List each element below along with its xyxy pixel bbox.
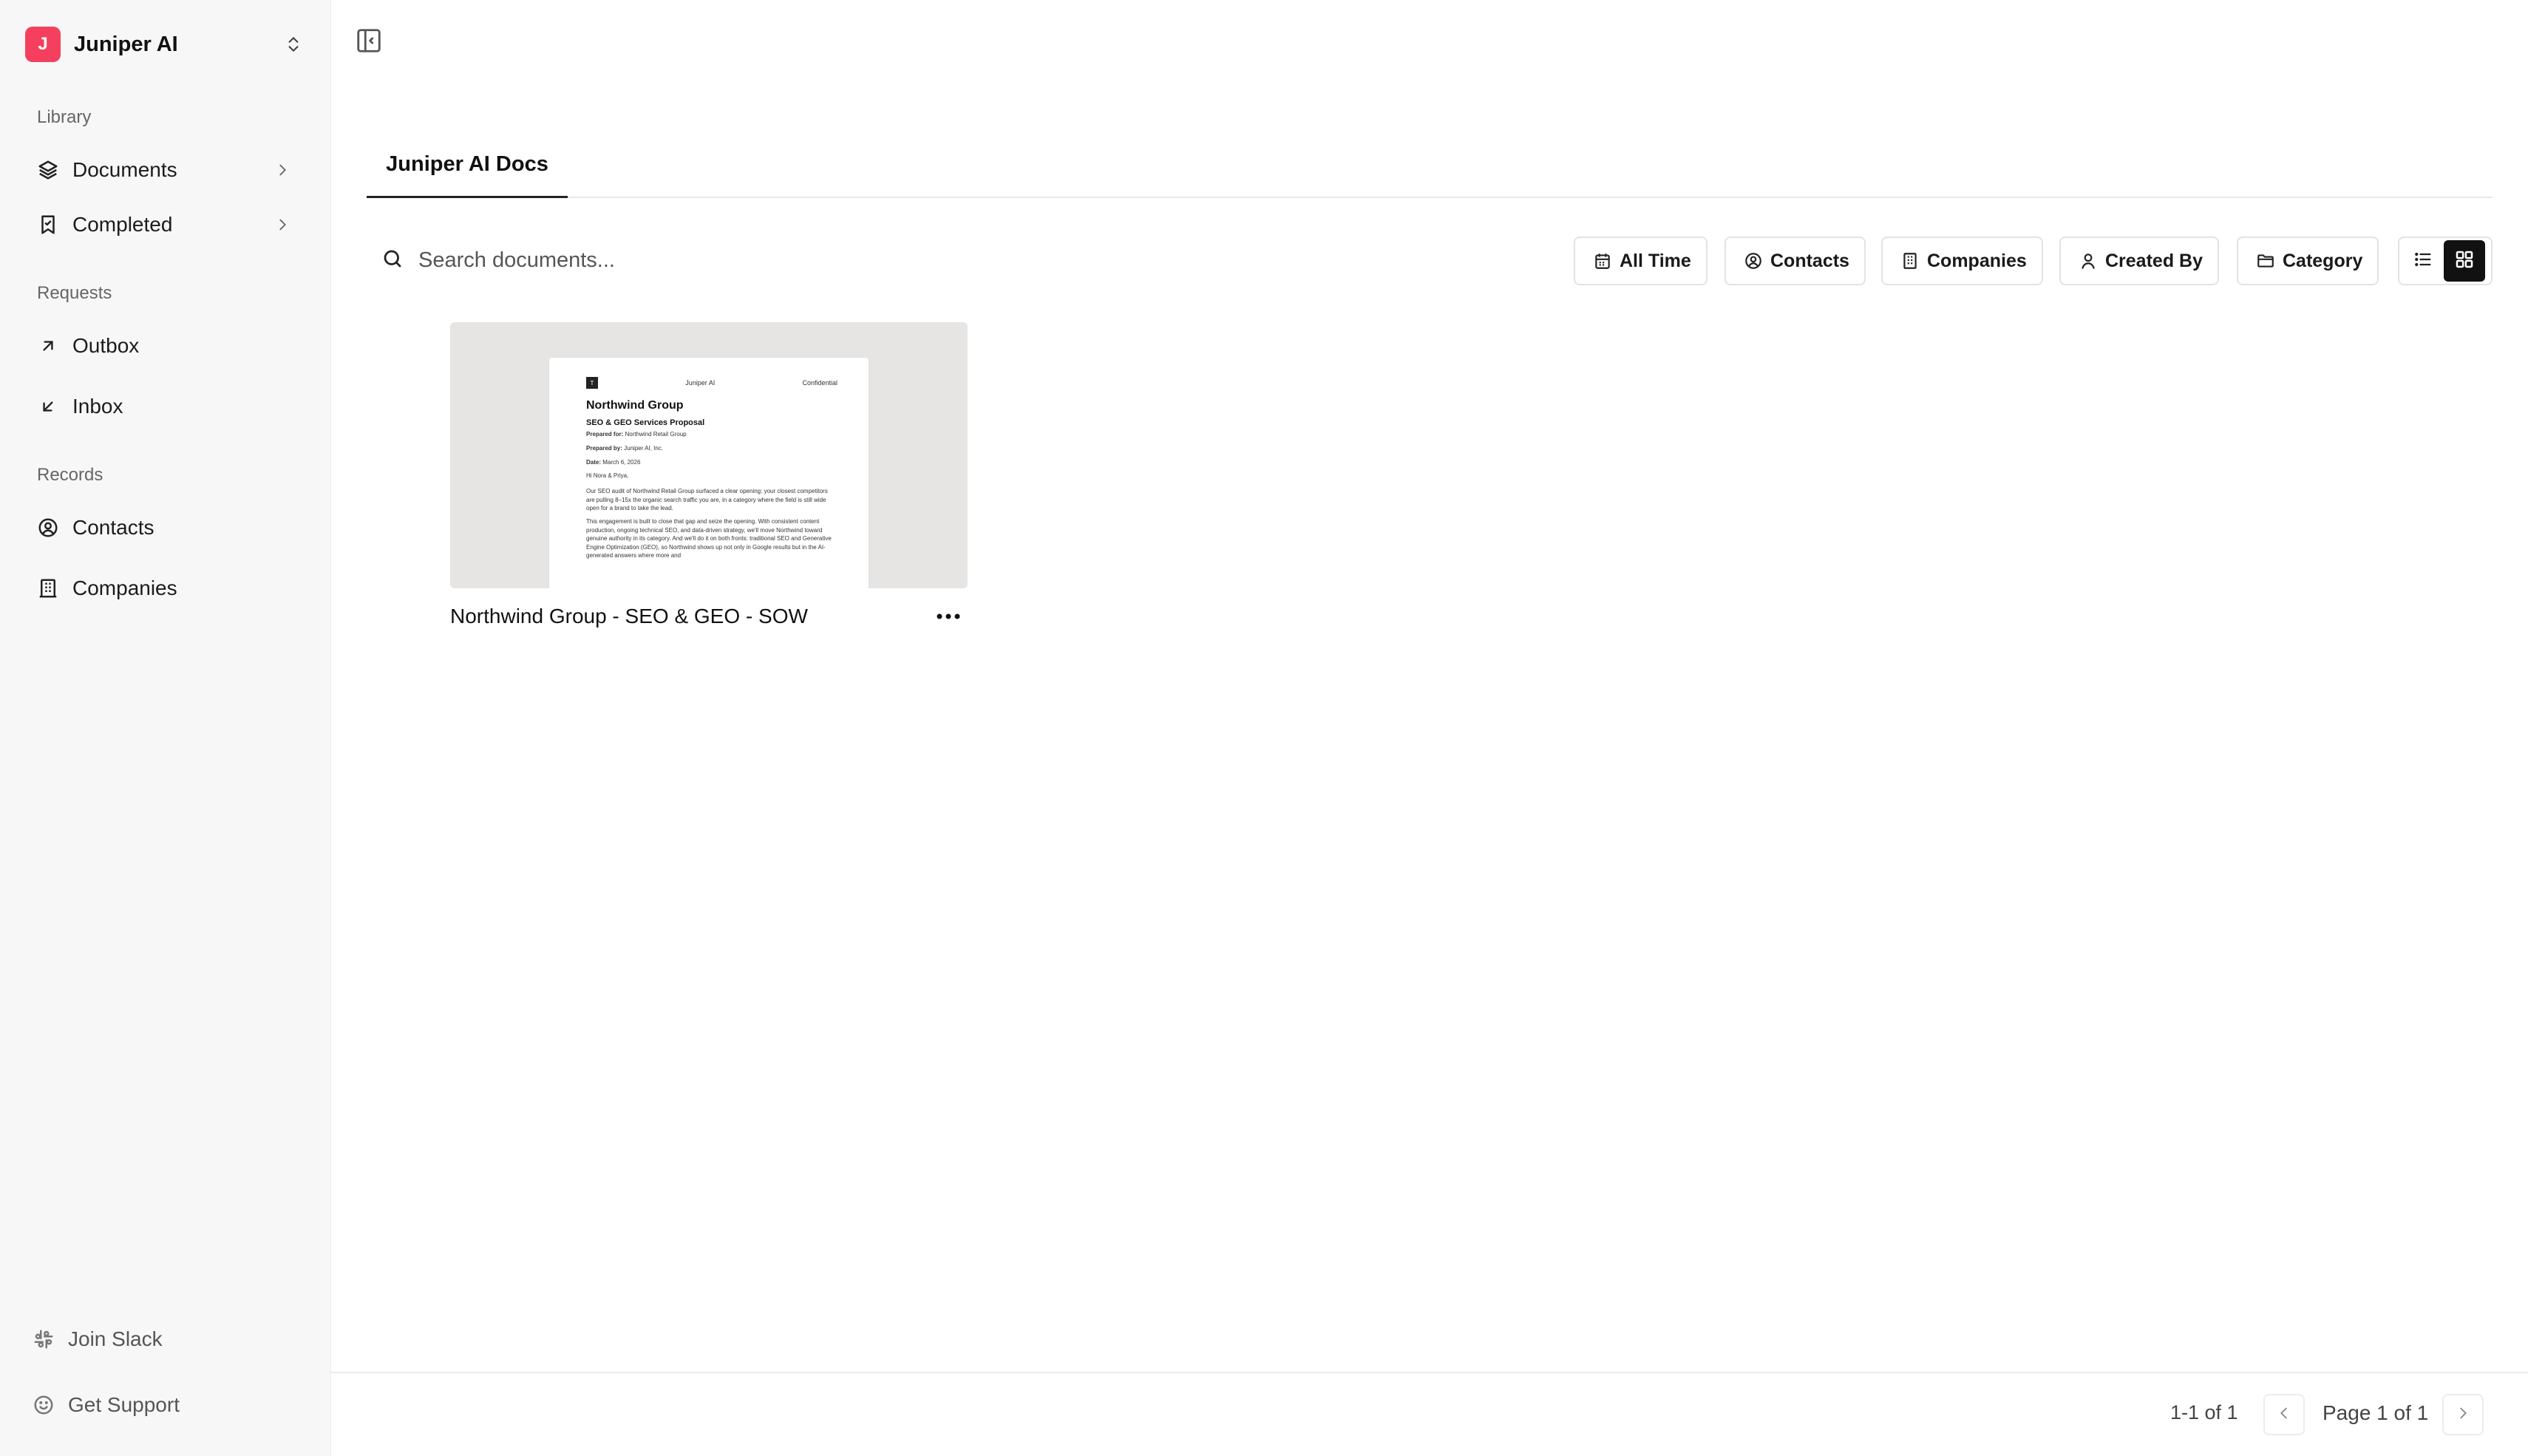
preview-date: Date: March 6, 2026 <box>586 458 641 466</box>
search-icon <box>381 248 404 273</box>
user-icon <box>2077 250 2099 272</box>
search-input[interactable] <box>418 248 921 273</box>
section-label-requests: Requests <box>37 283 112 303</box>
arrow-down-left-icon <box>35 394 61 419</box>
document-thumbnail[interactable]: T Juniper AI Confidential Northwind Grou… <box>450 322 968 588</box>
workspace-name: Juniper AI <box>74 32 178 56</box>
sidebar: J Juniper AI Library Documents Completed… <box>0 0 331 1456</box>
list-icon <box>2413 249 2433 273</box>
filter-all-time-button[interactable]: All Time <box>1574 237 1708 285</box>
preview-header: T Juniper AI Confidential <box>586 377 837 389</box>
sidebar-item-companies[interactable]: Companies <box>25 565 308 612</box>
arrow-up-right-icon <box>35 333 61 358</box>
preview-company: Juniper AI <box>685 379 716 387</box>
filter-label: Category <box>2283 250 2363 271</box>
sidebar-item-outbox[interactable]: Outbox <box>25 322 308 370</box>
tab-bar: Juniper AI Docs <box>367 133 2493 198</box>
filter-label: Contacts <box>1770 250 1849 271</box>
chevron-right-icon[interactable] <box>270 157 295 183</box>
workspace-logo: J <box>25 27 61 62</box>
section-label-library: Library <box>37 107 92 127</box>
building-icon <box>35 576 61 601</box>
document-card-footer: Northwind Group - SEO & GEO - SOW <box>450 603 968 630</box>
chevrons-up-down-icon[interactable] <box>279 30 308 59</box>
grid-view-button[interactable] <box>2444 240 2485 282</box>
filter-companies-button[interactable]: Companies <box>1881 237 2043 285</box>
preview-paragraph: Our SEO audit of Northwind Retail Group … <box>586 488 828 512</box>
slack-icon <box>31 1327 56 1352</box>
get-support-label: Get Support <box>68 1393 180 1416</box>
sidebar-item-inbox[interactable]: Inbox <box>25 383 308 430</box>
document-preview: T Juniper AI Confidential Northwind Grou… <box>549 358 869 588</box>
sidebar-item-completed[interactable]: Completed <box>25 201 308 248</box>
next-page-button[interactable] <box>2442 1394 2484 1435</box>
preview-logo: T <box>586 377 598 389</box>
sidebar-item-label: Completed <box>72 213 173 236</box>
sidebar-item-label: Companies <box>72 576 177 599</box>
previous-page-button[interactable] <box>2263 1394 2305 1435</box>
filter-contacts-button[interactable]: Contacts <box>1725 237 1866 285</box>
sidebar-item-label: Inbox <box>72 395 123 418</box>
more-options-icon[interactable] <box>932 603 965 630</box>
pagination-range: 1-1 of 1 <box>2170 1401 2238 1423</box>
preview-prepared-by: Prepared by: Juniper AI, Inc. <box>586 444 664 452</box>
filter-label: Companies <box>1927 250 2027 271</box>
view-toggle <box>2398 237 2493 285</box>
filter-created-by-button[interactable]: Created By <box>2059 237 2219 285</box>
document-title[interactable]: Northwind Group - SEO & GEO - SOW <box>450 605 808 628</box>
pagination-bar: 1-1 of 1 Page 1 of 1 <box>331 1372 2528 1456</box>
sidebar-item-documents[interactable]: Documents <box>25 146 308 194</box>
filter-category-button[interactable]: Category <box>2237 237 2379 285</box>
user-circle-icon <box>1742 250 1764 272</box>
search-bar <box>381 238 943 282</box>
calendar-icon <box>1591 250 1614 272</box>
smile-icon <box>31 1392 56 1418</box>
pagination-page: Page 1 of 1 <box>2323 1401 2429 1424</box>
join-slack-link[interactable]: Join Slack <box>25 1317 163 1361</box>
preview-paragraph: This engagement is built to close that g… <box>586 517 832 559</box>
tab-juniper-ai-docs[interactable]: Juniper AI Docs <box>367 133 568 198</box>
sidebar-toggle-icon[interactable] <box>353 25 384 56</box>
preview-heading: Northwind Group <box>586 399 684 412</box>
join-slack-label: Join Slack <box>68 1327 163 1350</box>
folder-icon <box>2255 250 2277 272</box>
chevron-right-icon[interactable] <box>270 212 295 237</box>
preview-prepared-for: Prepared for: Northwind Retail Group <box>586 431 687 438</box>
bookmark-check-icon <box>35 212 61 237</box>
grid-icon <box>2453 248 2476 274</box>
layers-icon <box>35 157 61 183</box>
document-card[interactable]: T Juniper AI Confidential Northwind Grou… <box>450 322 968 630</box>
sidebar-item-label: Documents <box>72 158 177 181</box>
chevron-right-icon <box>2455 1405 2471 1425</box>
workspace-switcher[interactable]: J Juniper AI <box>25 25 308 64</box>
sidebar-item-label: Contacts <box>72 516 154 539</box>
preview-greeting: Hi Nora & Priya, <box>586 472 629 480</box>
list-view-button[interactable] <box>2402 240 2444 282</box>
user-circle-icon <box>35 515 61 540</box>
filter-label: Created By <box>2105 250 2203 271</box>
preview-subheading: SEO & GEO Services Proposal <box>586 418 705 427</box>
sidebar-item-label: Outbox <box>72 334 140 357</box>
building-icon <box>1899 250 1921 272</box>
sidebar-item-contacts[interactable]: Contacts <box>25 504 308 551</box>
filter-label: All Time <box>1620 250 1691 271</box>
section-label-records: Records <box>37 465 103 485</box>
get-support-link[interactable]: Get Support <box>25 1383 180 1427</box>
preview-confidential: Confidential <box>802 379 837 387</box>
chevron-left-icon <box>2276 1405 2292 1425</box>
